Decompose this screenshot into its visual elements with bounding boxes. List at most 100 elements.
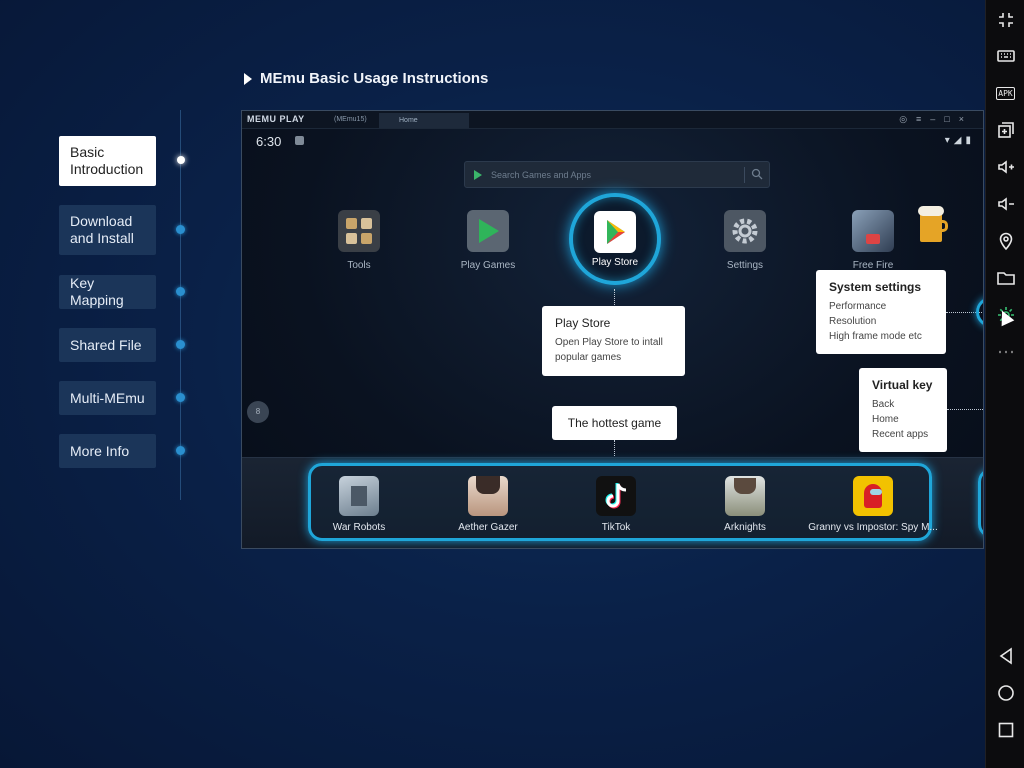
nav-label: More Info bbox=[70, 442, 130, 459]
nav-dot[interactable] bbox=[176, 393, 185, 402]
tooltip-hottest-game: The hottest game bbox=[552, 406, 677, 440]
hot-game-aether-gazer: Aether Gazer bbox=[423, 476, 553, 533]
location-icon[interactable] bbox=[986, 226, 1024, 256]
hot-game-label: Aether Gazer bbox=[458, 522, 518, 533]
arknights-icon bbox=[725, 476, 765, 516]
hot-game-label: Granny vs Impostor: Spy M... bbox=[808, 522, 938, 533]
nav-item-multi-memu[interactable]: Multi-MEmu bbox=[59, 381, 156, 415]
nav-item-more-info[interactable]: More Info bbox=[59, 434, 156, 468]
hot-game-tiktok: TikTok bbox=[551, 476, 681, 533]
instance-label: (MEmu15) bbox=[334, 116, 367, 123]
home-tab-label: Home bbox=[399, 117, 418, 124]
recent-apps-icon[interactable] bbox=[986, 715, 1024, 745]
nav-dot[interactable] bbox=[176, 340, 185, 349]
connector-line bbox=[614, 289, 615, 307]
war-robots-icon bbox=[339, 476, 379, 516]
app-label: Play Store bbox=[591, 257, 639, 268]
multi-window-icon[interactable] bbox=[986, 115, 1024, 145]
apk-icon[interactable]: APK bbox=[986, 78, 1024, 108]
more-icon[interactable] bbox=[986, 337, 1024, 367]
home-icon[interactable] bbox=[986, 678, 1024, 708]
tooltip-title: System settings bbox=[829, 280, 922, 294]
search-placeholder: Search Games and Apps bbox=[491, 170, 592, 180]
nav-dot[interactable] bbox=[176, 225, 185, 234]
nav-item-basic-introduction[interactable]: Basic Introduction bbox=[59, 136, 156, 186]
nav-label: Multi-MEmu bbox=[70, 389, 145, 406]
connector-line bbox=[947, 409, 983, 410]
nav-label: Download bbox=[70, 213, 133, 229]
back-icon[interactable] bbox=[986, 641, 1024, 671]
nav-dot[interactable] bbox=[176, 287, 185, 296]
preview-titlebar: MEMU PLAY (MEmu15) Home ◎≡–□× bbox=[242, 111, 983, 129]
granny-vs-impostor-icon bbox=[853, 476, 893, 516]
tooltip-text: popular games bbox=[555, 352, 622, 363]
triangle-icon bbox=[244, 72, 252, 85]
app-play-store-highlight: Play Store bbox=[569, 193, 661, 285]
tooltip-system-settings: System settings Performance Resolution H… bbox=[816, 270, 946, 354]
aether-gazer-icon bbox=[468, 476, 508, 516]
status-icons: ▾◢▮ bbox=[944, 135, 975, 146]
tooltip-text: Performance bbox=[829, 301, 887, 312]
nav-dot-active[interactable] bbox=[177, 156, 185, 164]
hot-game-label: Arknights bbox=[724, 522, 766, 533]
play-store-icon bbox=[594, 211, 636, 253]
tooltip-play-store: Play Store Open Play Store to intall pop… bbox=[542, 306, 685, 376]
settings-highlight-ring bbox=[976, 297, 983, 327]
tooltip-text: Back bbox=[872, 399, 895, 410]
nav-label: Shared File bbox=[70, 336, 142, 353]
nav-item-shared-file[interactable]: Shared File bbox=[59, 328, 156, 362]
tooltip-title: Virtual key bbox=[872, 378, 933, 392]
tools-icon bbox=[338, 210, 380, 252]
folder-icon[interactable] bbox=[986, 263, 1024, 293]
nav-item-download-install[interactable]: Download and Install bbox=[59, 205, 156, 255]
divider bbox=[744, 167, 745, 183]
settings-icon bbox=[724, 210, 766, 252]
nav-item-key-mapping[interactable]: Key Mapping bbox=[59, 275, 156, 309]
memu-logo: MEMU PLAY bbox=[247, 114, 305, 124]
app-label: Tools bbox=[347, 260, 371, 271]
app-play-games: Play Games bbox=[443, 210, 533, 271]
app-tools: Tools bbox=[314, 210, 404, 271]
nav-label: Basic bbox=[70, 144, 105, 160]
search-icon bbox=[751, 168, 763, 180]
app-settings: Settings bbox=[700, 210, 790, 271]
app-label: Settings bbox=[726, 260, 764, 271]
volume-down-icon[interactable] bbox=[986, 189, 1024, 219]
dock-edge-highlight bbox=[978, 468, 983, 538]
hot-game-label: War Robots bbox=[332, 522, 386, 533]
tooltip-text: High frame mode etc bbox=[829, 331, 922, 342]
tooltip-text: Resolution bbox=[829, 316, 877, 327]
keyboard-icon[interactable] bbox=[986, 41, 1024, 71]
hot-game-granny-vs-impostor: Granny vs Impostor: Spy M... bbox=[808, 476, 938, 533]
collapse-icon[interactable] bbox=[986, 5, 1024, 35]
home-tab: Home bbox=[379, 113, 469, 128]
apk-label: APK bbox=[996, 86, 1015, 100]
side-bubble-icon: 8 bbox=[247, 401, 269, 423]
play-games-icon bbox=[467, 210, 509, 252]
tooltip-text: Open Play Store to intall bbox=[555, 337, 663, 348]
nav-dot[interactable] bbox=[176, 446, 185, 455]
emulator-preview: MEMU PLAY (MEmu15) Home ◎≡–□× 6:30 ▾◢▮ S… bbox=[241, 110, 984, 549]
right-toolbar: APK bbox=[985, 0, 1024, 768]
notification-icon bbox=[295, 136, 304, 145]
volume-up-icon[interactable] bbox=[986, 152, 1024, 182]
free-fire-icon bbox=[852, 210, 894, 252]
nav-label: Introduction bbox=[70, 161, 144, 177]
tooltip-text: Recent apps bbox=[872, 429, 929, 440]
nav-label: Key Mapping bbox=[70, 275, 124, 308]
tooltip-title: The hottest game bbox=[567, 416, 662, 430]
app-free-fire: Free Fire bbox=[828, 210, 918, 271]
app-label: Play Games bbox=[460, 260, 516, 271]
preview-search-bar: Search Games and Apps bbox=[464, 161, 770, 188]
clock: 6:30 bbox=[256, 134, 282, 149]
tooltip-text: Home bbox=[872, 414, 899, 425]
play-icon bbox=[474, 170, 482, 180]
tooltip-virtual-key: Virtual key Back Home Recent apps bbox=[859, 368, 947, 452]
hot-game-arknights: Arknights bbox=[680, 476, 810, 533]
page-heading: MEmu Basic Usage Instructions bbox=[244, 70, 488, 87]
hot-game-label: TikTok bbox=[601, 522, 631, 533]
beer-mug-icon bbox=[918, 206, 948, 242]
tiktok-icon bbox=[596, 476, 636, 516]
window-controls: ◎≡–□× bbox=[899, 114, 973, 124]
nav-timeline bbox=[180, 110, 181, 500]
